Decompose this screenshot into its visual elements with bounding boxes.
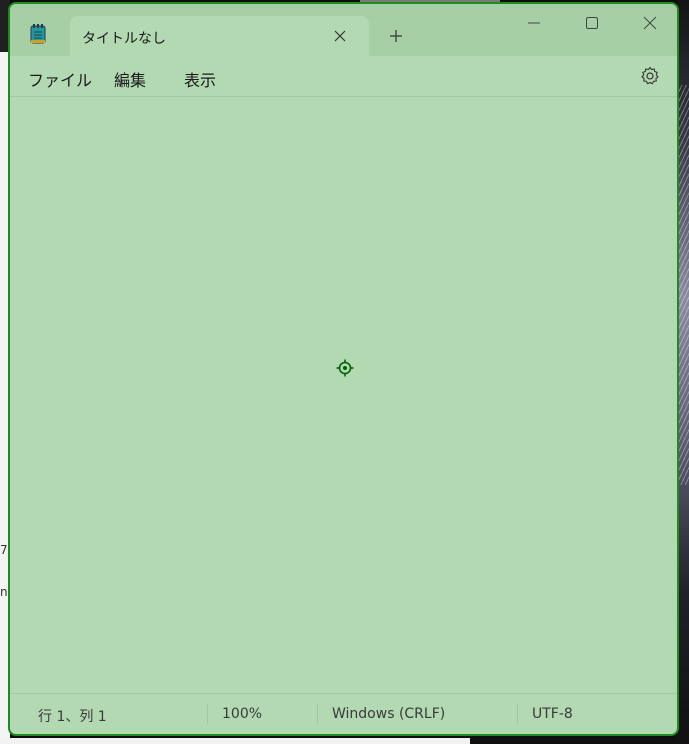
menu-bar: ファイル 編集 表示 — [10, 56, 677, 97]
menu-edit[interactable]: 編集 — [114, 67, 146, 91]
background-window-bottom — [0, 738, 470, 744]
menu-view[interactable]: 表示 — [184, 67, 216, 91]
zoom-level[interactable]: 100% — [222, 706, 262, 722]
menu-file[interactable]: ファイル — [28, 67, 92, 91]
notepad-icon — [30, 24, 46, 44]
text-editor[interactable] — [10, 97, 677, 695]
title-bar[interactable]: タイトルなし — [10, 4, 677, 56]
plus-icon[interactable] — [388, 28, 404, 44]
status-divider — [317, 704, 318, 724]
encoding[interactable]: UTF-8 — [532, 706, 573, 722]
close-icon[interactable] — [640, 14, 660, 34]
maximize-icon[interactable] — [582, 14, 602, 34]
status-divider — [517, 704, 518, 724]
background-text-fragment: n — [0, 585, 8, 599]
tab-untitled[interactable]: タイトルなし — [70, 16, 369, 56]
line-ending[interactable]: Windows (CRLF) — [332, 706, 445, 722]
gear-icon[interactable] — [640, 66, 660, 86]
crosshair-icon — [336, 359, 354, 377]
status-bar: 行 1、列 1 100% Windows (CRLF) UTF-8 — [10, 693, 677, 734]
notepad-window: タイトルなし ファイル 編集 表示 行 1、列 1 100% Windows (… — [8, 2, 679, 736]
status-divider — [207, 704, 208, 724]
minimize-icon[interactable] — [524, 14, 544, 34]
cursor-position[interactable]: 行 1、列 1 — [38, 706, 107, 726]
close-icon[interactable] — [332, 28, 348, 44]
tab-title: タイトルなし — [82, 31, 166, 47]
